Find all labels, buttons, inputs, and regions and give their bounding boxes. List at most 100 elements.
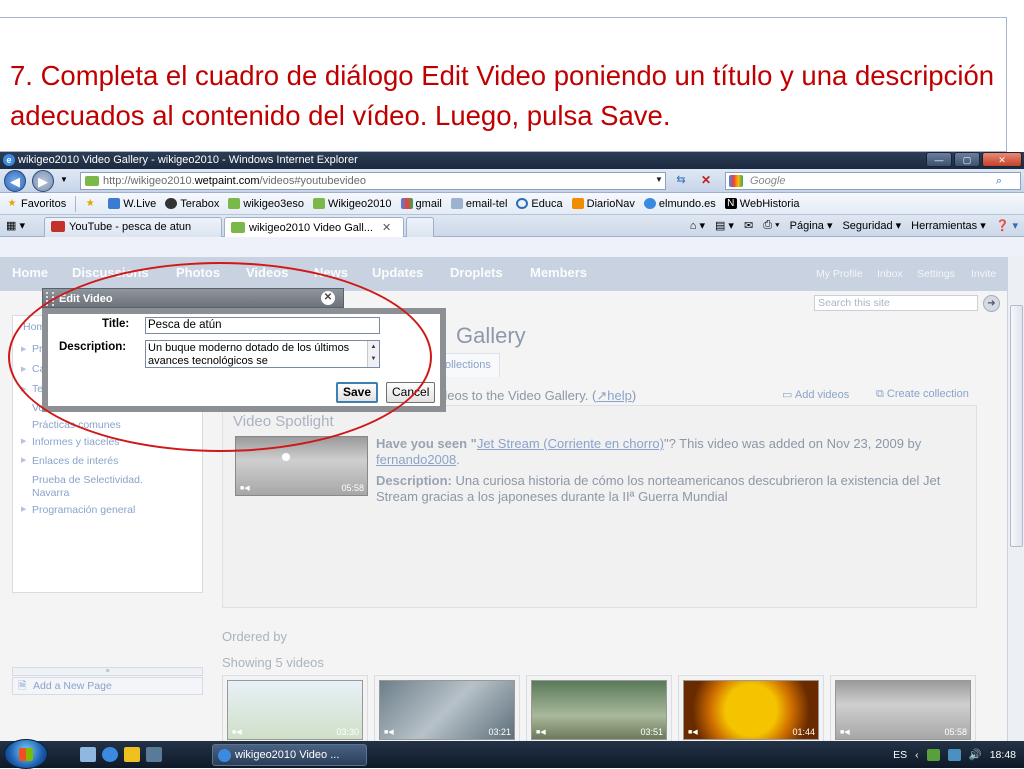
nav-invite[interactable]: Invite [971,268,996,280]
video-thumb[interactable]: ■◀ 03:51 [526,675,672,747]
help-icon[interactable]: ❓ ▾ [996,219,1018,232]
video-thumb[interactable]: ■◀ 05:58 [830,675,976,747]
tab-wikigeo-gallery[interactable]: wikigeo2010 Video Gall... ✕ [224,217,404,237]
expand-icon[interactable]: ▶ [21,437,26,445]
fav-terabox[interactable]: Terabox [165,198,219,210]
expand-icon[interactable]: ▶ [21,365,26,373]
fav-email-tel[interactable]: email-tel [450,198,507,210]
nav-photos[interactable]: Photos [176,265,220,280]
start-button[interactable] [4,739,48,769]
browser-search-input[interactable]: Google ⌕ [725,172,1021,190]
dialog-header[interactable]: Edit Video ✕ [42,288,344,308]
author-link[interactable]: fernando2008 [376,452,456,467]
back-button[interactable]: ◀ [4,170,26,192]
mail-icon[interactable]: ✉ [744,219,753,232]
fav-webhistoria[interactable]: N WebHistoria [724,198,800,210]
expand-icon[interactable]: ▶ [21,456,26,464]
language-indicator[interactable]: ES [893,749,907,761]
add-videos-link[interactable]: ▭ Add videos [782,388,849,401]
add-favorite-icon[interactable]: ★ [84,198,99,209]
expand-icon[interactable]: ▶ [21,505,26,513]
sidebar-item[interactable]: Enlaces de interés [32,455,118,467]
title-input[interactable]: Pesca de atún [145,317,380,334]
spotlight-thumbnail[interactable]: ■◀ 05:58 [235,436,368,496]
url-dropdown-icon[interactable]: ▼ [655,175,663,184]
favorites-button[interactable]: ★ Favoritos [6,198,67,210]
expand-icon[interactable]: ▶ [21,385,26,393]
spotlight-description: Description: Una curiosa historia de cóm… [376,473,966,505]
nav-home[interactable]: Home [12,265,48,280]
tab-youtube[interactable]: YouTube - pesca de atun [44,217,222,237]
fav-wikigeo2010[interactable]: Wikigeo2010 [312,198,392,210]
close-window-button[interactable]: ✕ [982,152,1022,167]
video-thumb[interactable]: ■◀ 01:44 [678,675,824,747]
maximize-button[interactable]: ▢ [954,152,980,167]
sidebar-item[interactable]: Informes y tiaceles [32,436,120,448]
nav-droplets[interactable]: Droplets [450,265,503,280]
home-icon[interactable]: ⌂ ▾ [690,219,705,232]
nav-updates[interactable]: Updates [372,265,423,280]
minimize-button[interactable]: — [926,152,952,167]
switch-windows-icon[interactable] [146,747,162,762]
save-button[interactable]: Save [336,382,379,403]
security-icon[interactable] [926,748,940,761]
sidebar-item[interactable]: Prueba de Selectividad. Navarra [32,474,182,500]
refresh-icon[interactable]: ⇆ [670,173,692,189]
history-dropdown-icon[interactable]: ▼ [60,175,68,184]
print-icon[interactable]: ⎙ ▾ [763,219,779,232]
chevron-left-icon[interactable]: ‹ [915,749,919,761]
video-title-link[interactable]: Jet Stream (Corriente en chorro) [477,436,664,451]
nav-discussions[interactable]: Discussions [72,265,149,280]
new-tab-button[interactable] [406,217,434,237]
cancel-button[interactable]: Cancel [386,382,436,403]
network-icon[interactable] [947,748,961,761]
forward-button[interactable]: ▶ [32,170,54,192]
tools-menu[interactable]: Herramientas ▾ [911,219,986,233]
fav-educa[interactable]: Educa [516,198,563,210]
scrollbar-thumb[interactable] [1010,305,1023,547]
close-tab-icon[interactable]: ✕ [382,222,391,234]
textarea-scrollbar[interactable]: ▲ ▼ [367,341,379,367]
tab-collections[interactable]: ollections [438,353,500,377]
nav-my-profile[interactable]: My Profile [816,268,863,280]
drag-handle-icon[interactable] [46,292,54,306]
nav-settings[interactable]: Settings [917,268,955,280]
quick-tabs-icon[interactable]: ▦ ▾ [6,219,25,232]
sidebar-scroll-handle[interactable]: ≡ [12,667,203,676]
description-textarea[interactable]: Un buque moderno dotado de los últimos a… [145,340,380,368]
description-text: Una curiosa historia de cómo los norteam… [376,473,941,504]
fav-elmundo[interactable]: elmundo.es [643,198,716,210]
security-menu[interactable]: Seguridad ▾ [842,219,901,233]
ie-icon[interactable] [102,747,118,762]
sidebar-item[interactable]: Programación general [32,504,135,516]
show-desktop-icon[interactable] [80,747,96,762]
media-icon[interactable] [124,747,140,762]
stop-icon[interactable]: ✕ [696,173,716,189]
feeds-icon[interactable]: ▤ ▾ [715,219,734,232]
fav-wikigeo3eso[interactable]: wikigeo3eso [228,198,304,210]
page-menu[interactable]: Página ▾ [790,219,833,233]
volume-icon[interactable]: 🔊 [969,748,982,761]
clock[interactable]: 18:48 [990,749,1016,761]
taskbar-ie-window[interactable]: wikigeo2010 Video ... [212,744,367,766]
nav-videos[interactable]: Videos [246,265,288,280]
help-link[interactable]: ↗help [596,388,631,403]
nav-inbox[interactable]: Inbox [877,268,903,280]
url-input[interactable]: http://wikigeo2010.wetpaint.com/videos#y… [80,172,666,190]
video-thumb[interactable]: ■◀ 03:21 [374,675,520,747]
site-search-input[interactable]: Search this site [814,295,978,311]
dialog-close-icon[interactable]: ✕ [321,291,335,305]
sidebar-item[interactable]: Prácticas comunes [32,419,121,431]
fav-gmail[interactable]: gmail [400,198,442,210]
create-collection-link[interactable]: ⧉ Create collection [876,388,969,401]
search-icon[interactable]: ⌕ [996,173,1002,189]
add-new-page-link[interactable]: 🗎 Add a New Page [12,677,203,695]
fav-diarionav[interactable]: DiarioNav [571,198,635,210]
fav-wlive[interactable]: W.Live [108,198,156,210]
nav-members[interactable]: Members [530,265,587,280]
page-scrollbar[interactable] [1007,257,1024,768]
video-thumb[interactable]: ■◀ 03:30 [222,675,368,747]
expand-icon[interactable]: ▶ [21,345,26,353]
search-go-icon[interactable]: ➜ [983,295,1000,312]
nav-news[interactable]: News [314,265,348,280]
